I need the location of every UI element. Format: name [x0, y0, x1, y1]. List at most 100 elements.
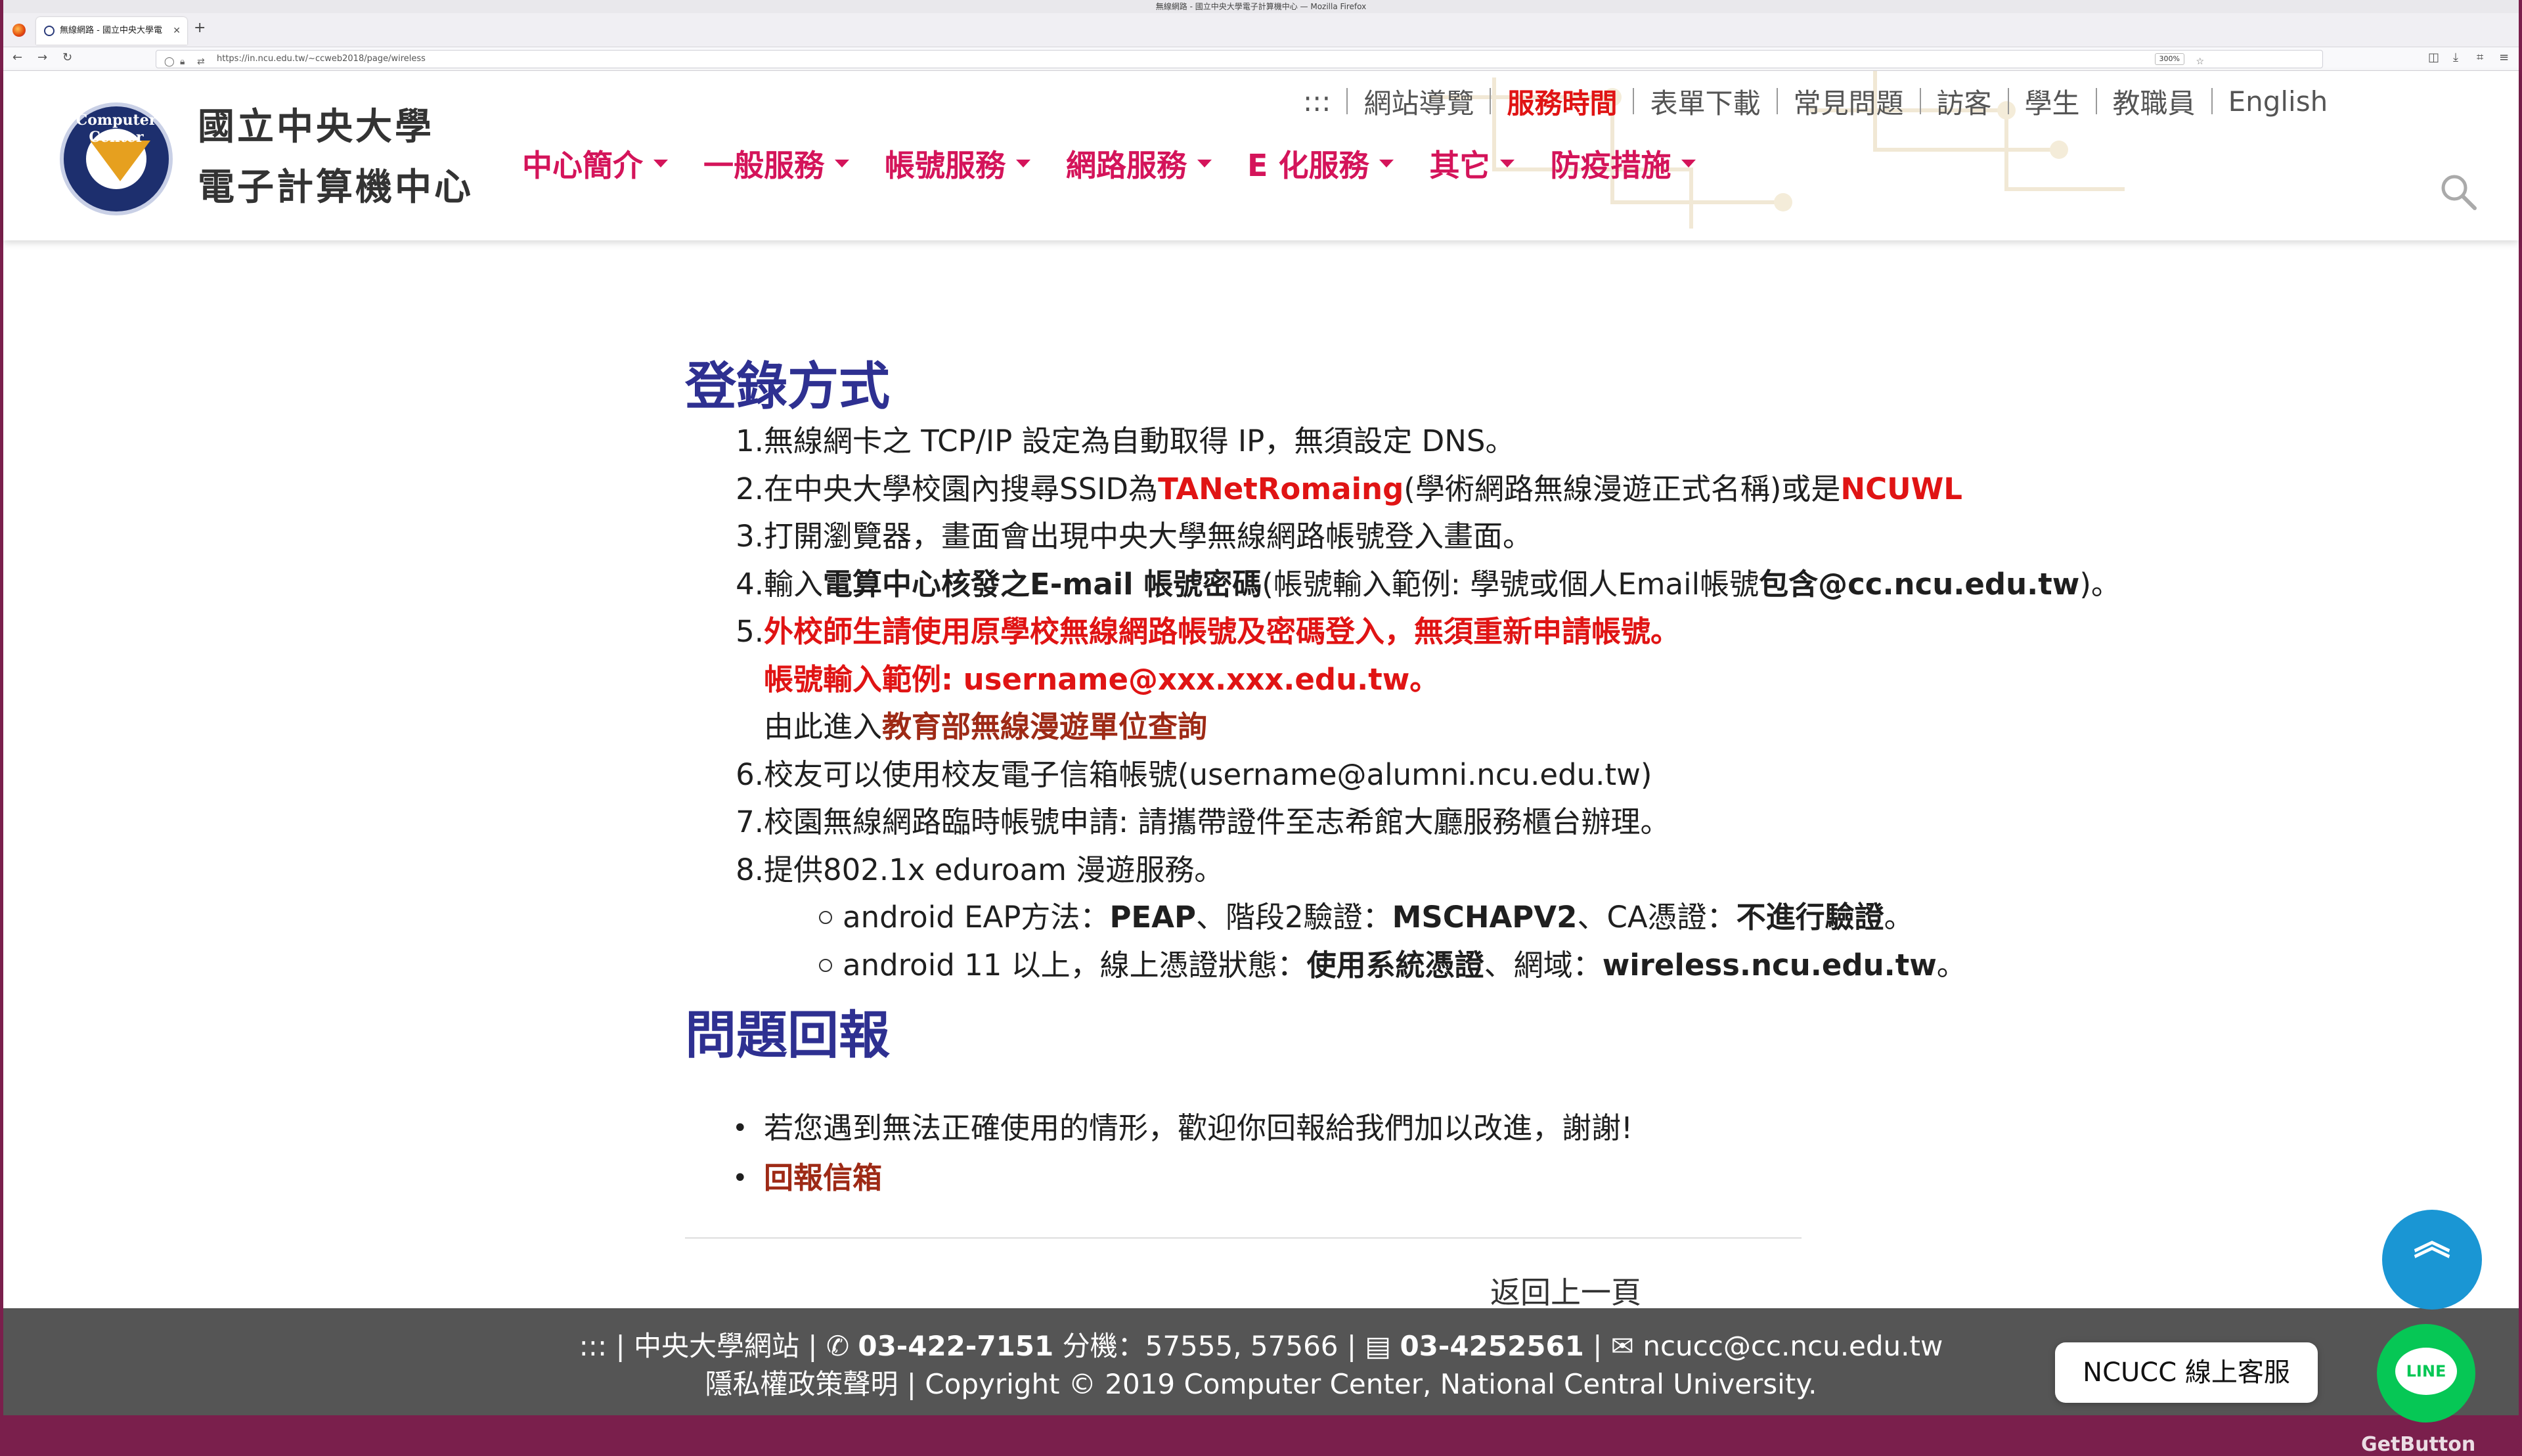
inline-text: wireless.ncu.edu.tw — [1602, 947, 1937, 982]
menu-label: 中心簡介 — [522, 148, 643, 183]
menu-epidemic-prevention[interactable]: 防疫措施 — [1550, 142, 1696, 185]
site-title-line1[interactable]: 國立中央大學 — [198, 97, 434, 150]
inline-text: android EAP方法： — [843, 900, 1110, 935]
report-text: 若您遇到無法正確使用的情形，歡迎你回報給我們加以改進，謝謝! — [764, 1105, 1633, 1152]
topnav-student[interactable]: 學生 — [2009, 81, 2096, 121]
bullet-icon: • — [732, 1163, 748, 1193]
inline-text: 校友可以使用校友電子信箱帳號(username@alumni.ncu.edu.t… — [764, 757, 1652, 792]
inline-text: android 11 以上，線上憑證狀態： — [843, 947, 1307, 982]
login-method-heading: 登錄方式 — [685, 357, 891, 416]
browser-tab[interactable]: 無線網路 - 國立中央大學電 ✕ — [36, 17, 187, 45]
inline-text: 。 — [1884, 900, 1914, 935]
inline-text: 在中央大學校園內搜尋SSID為 — [764, 471, 1159, 506]
double-chevron-up-icon: ︽ — [2414, 1221, 2450, 1264]
caret-down-icon — [1197, 160, 1212, 167]
shield-icon[interactable]: ◯ — [164, 53, 175, 70]
forward-icon[interactable]: → — [37, 51, 47, 64]
footer-email[interactable]: ncucc@cc.ncu.edu.tw — [1643, 1330, 1943, 1362]
inline-text: 、CA憑證： — [1577, 900, 1737, 935]
footer-phone: 03-422-7151 — [858, 1330, 1054, 1362]
inline-text: )。 — [2079, 566, 2121, 602]
pocket-icon[interactable]: ◫ — [2428, 51, 2439, 64]
site-header: Computer Center 國立中央大學 電子計算機中心 ::: 網站導覽 … — [3, 71, 2519, 240]
close-tab-icon[interactable]: ✕ — [173, 17, 181, 45]
topnav-english[interactable]: English — [2213, 85, 2344, 118]
menu-others[interactable]: 其它 — [1429, 142, 1515, 185]
menu-label: 帳號服務 — [885, 148, 1006, 183]
tab-strip: 無線網路 - 國立中央大學電 ✕ + — [3, 13, 2519, 47]
site-title-line2[interactable]: 電子計算機中心 — [198, 158, 474, 211]
firefox-icon[interactable] — [12, 24, 26, 37]
inline-link[interactable]: 回報信箱 — [764, 1160, 882, 1195]
getbutton-credit[interactable]: GetButton — [2361, 1433, 2475, 1456]
line-chat-bubble[interactable]: NCUCC 線上客服 — [2055, 1342, 2318, 1403]
logo-emblem — [90, 141, 150, 181]
reload-icon[interactable]: ↻ — [62, 51, 72, 64]
footer-ext: 分機：57555, 57566 — [1062, 1330, 1338, 1362]
zoom-level[interactable]: 300% — [2154, 53, 2184, 65]
step-number: 1. — [736, 424, 764, 458]
inline-text: 包含@cc.ncu.edu.tw — [1759, 566, 2080, 602]
menu-icon[interactable]: ≡ — [2499, 51, 2509, 64]
url-text: https://in.ncu.edu.tw/~ccweb2018/page/wi… — [217, 54, 426, 64]
step-text: 由此進入教育部無線漫遊單位查詢 — [764, 703, 1207, 751]
inline-text: 。 — [1936, 947, 1966, 982]
phone-icon: ✆ — [826, 1330, 858, 1362]
topnav-accesskey[interactable]: ::: — [1287, 85, 1346, 118]
step-number: 6. — [736, 757, 764, 792]
menu-general-services[interactable]: 一般服務 — [703, 142, 849, 185]
step-text: 校友可以使用校友電子信箱帳號(username@alumni.ncu.edu.t… — [764, 751, 1652, 799]
line-icon: LINE — [2395, 1348, 2457, 1395]
content-divider — [685, 1237, 1802, 1239]
inline-text: 校園無線網路臨時帳號申請: 請攜帶證件至志希館大廳服務櫃台辦理。 — [764, 805, 1670, 839]
menu-label: E 化服務 — [1247, 148, 1369, 183]
footer-links[interactable]: ::: | 中央大學網站 | — [579, 1330, 818, 1362]
inline-text: 若您遇到無法正確使用的情形，歡迎你回報給我們加以改進，謝謝! — [764, 1111, 1633, 1145]
menu-label: 防疫措施 — [1550, 148, 1671, 183]
topnav-service-hours[interactable]: 服務時間 — [1491, 81, 1633, 121]
scroll-to-top-button[interactable]: ︽ — [2382, 1210, 2482, 1310]
top-utility-nav: ::: 網站導覽 服務時間 表單下載 常見問題 訪客 學生 教職員 Englis… — [1287, 81, 2343, 121]
site-favicon-icon — [44, 26, 55, 36]
topnav-sitemap[interactable]: 網站導覽 — [1348, 81, 1490, 121]
downloads-icon[interactable]: ⤓ — [2453, 51, 2458, 64]
permissions-icon[interactable]: ⇄ — [197, 53, 205, 70]
menu-about[interactable]: 中心簡介 — [522, 142, 668, 185]
report-heading: 問題回報 — [685, 1006, 891, 1065]
menu-e-services[interactable]: E 化服務 — [1247, 142, 1394, 185]
circle-bullet-icon — [819, 958, 832, 972]
extensions-icon[interactable]: ⌗ — [2477, 51, 2483, 64]
lock-icon[interactable]: 🔒︎ — [180, 53, 185, 70]
back-link[interactable]: 返回上一頁 — [1490, 1269, 1641, 1312]
search-icon[interactable] — [2439, 172, 2478, 211]
menu-label: 一般服務 — [703, 148, 824, 183]
step-number: 5. — [736, 614, 764, 649]
bookmark-star-icon[interactable]: ☆ — [2196, 53, 2204, 70]
inline-text: 由此進入 — [764, 709, 883, 744]
topnav-faq[interactable]: 常見問題 — [1778, 81, 1920, 121]
line-chat-button[interactable]: LINE — [2377, 1324, 2475, 1423]
caret-down-icon — [653, 160, 668, 167]
step-text: 無線網卡之 TCP/IP 設定為自動取得 IP，無須設定 DNS。 — [764, 418, 1515, 465]
footer-fax: 03-4252561 — [1400, 1330, 1584, 1362]
inline-link[interactable]: 教育部無線漫遊單位查詢 — [882, 709, 1207, 744]
menu-label: 其它 — [1429, 148, 1490, 183]
inline-text: (學術網路無線漫遊正式名稱)或是 — [1404, 471, 1841, 506]
ncu-cc-logo[interactable]: Computer Center — [60, 102, 173, 215]
browser-window: 無線網路 - 國立中央大學電子計算機中心 — Mozilla Firefox 無… — [3, 0, 2519, 1456]
caret-down-icon — [1681, 160, 1696, 167]
url-bar[interactable]: ◯ 🔒︎ ⇄ https://in.ncu.edu.tw/~ccweb2018/… — [156, 50, 2323, 68]
topnav-visitor[interactable]: 訪客 — [1921, 81, 2008, 121]
step-text: 外校師生請使用原學校無線網路帳號及密碼登入，無須重新申請帳號。 — [764, 608, 1680, 655]
menu-account-services[interactable]: 帳號服務 — [885, 142, 1030, 185]
topnav-staff[interactable]: 教職員 — [2097, 81, 2211, 121]
menu-network-services[interactable]: 網路服務 — [1066, 142, 1212, 185]
step-number: 3. — [736, 519, 764, 554]
sub-step-text: android 11 以上，線上憑證狀態：使用系統憑證、網域：wireless.… — [843, 942, 1966, 989]
inline-text: 、網域： — [1484, 947, 1603, 982]
topnav-forms[interactable]: 表單下載 — [1634, 81, 1776, 121]
back-icon[interactable]: ← — [12, 51, 22, 64]
inline-text: 提供802.1x eduroam 漫遊服務。 — [764, 852, 1224, 887]
caret-down-icon — [1016, 160, 1030, 167]
new-tab-icon[interactable]: + — [194, 20, 206, 36]
